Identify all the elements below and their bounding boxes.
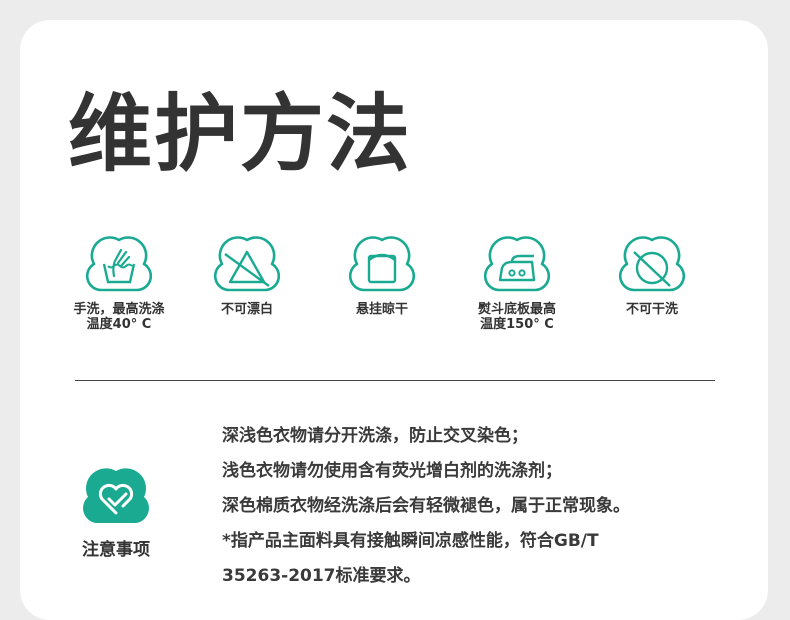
care-label-hand-wash: 手洗，最高洗涤 温度40° C [73,302,165,332]
notice-section: 注意事项 [76,465,156,560]
care-item-hand-wash: 手洗，最高洗涤 温度40° C [54,232,184,332]
notice-line: 深浅色衣物请分开洗涤，防止交叉染色； [222,426,528,446]
notice-line: 深色棉质衣物经洗涤后会有轻微褪色，属于正常现象。 [222,496,630,516]
care-item-no-dry: 不可干洗 [587,232,717,317]
care-item-iron: 熨斗底板最高 温度150° C [452,232,582,332]
notice-text: 深浅色衣物请分开洗涤，防止交叉染色； 浅色衣物请勿使用含有荧光增白剂的洗涤剂； … [222,424,752,599]
no-tumble-dry-icon [618,236,686,292]
care-label-no-bleach: 不可漂白 [220,302,273,317]
hand-wash-icon [85,236,153,292]
section-divider [75,380,715,381]
care-item-no-bleach: 不可漂白 [182,232,312,317]
notice-line: 35263-2017标准要求。 [222,566,421,586]
notice-line: 浅色衣物请勿使用含有荧光增白剂的洗涤剂； [222,461,562,481]
care-label-iron: 熨斗底板最高 温度150° C [477,302,556,332]
iron-medium-icon [483,236,551,292]
hang-dry-icon [348,236,416,292]
care-label-hang-dry: 悬挂晾干 [355,302,408,317]
notice-label: 注意事项 [82,540,150,560]
no-bleach-icon [213,236,281,292]
care-label-no-dry: 不可干洗 [625,302,678,317]
notice-line: *指产品主面料具有接触瞬间凉感性能，符合GB/T [222,531,599,551]
care-card: 维护方法 手洗，最高洗涤 温度40° C 不可漂白 悬挂晾干 熨斗底板最高 温度… [20,20,768,620]
page-title: 维护方法 [68,85,413,183]
care-item-hang-dry: 悬挂晾干 [317,232,447,317]
heart-check-icon [83,468,149,523]
